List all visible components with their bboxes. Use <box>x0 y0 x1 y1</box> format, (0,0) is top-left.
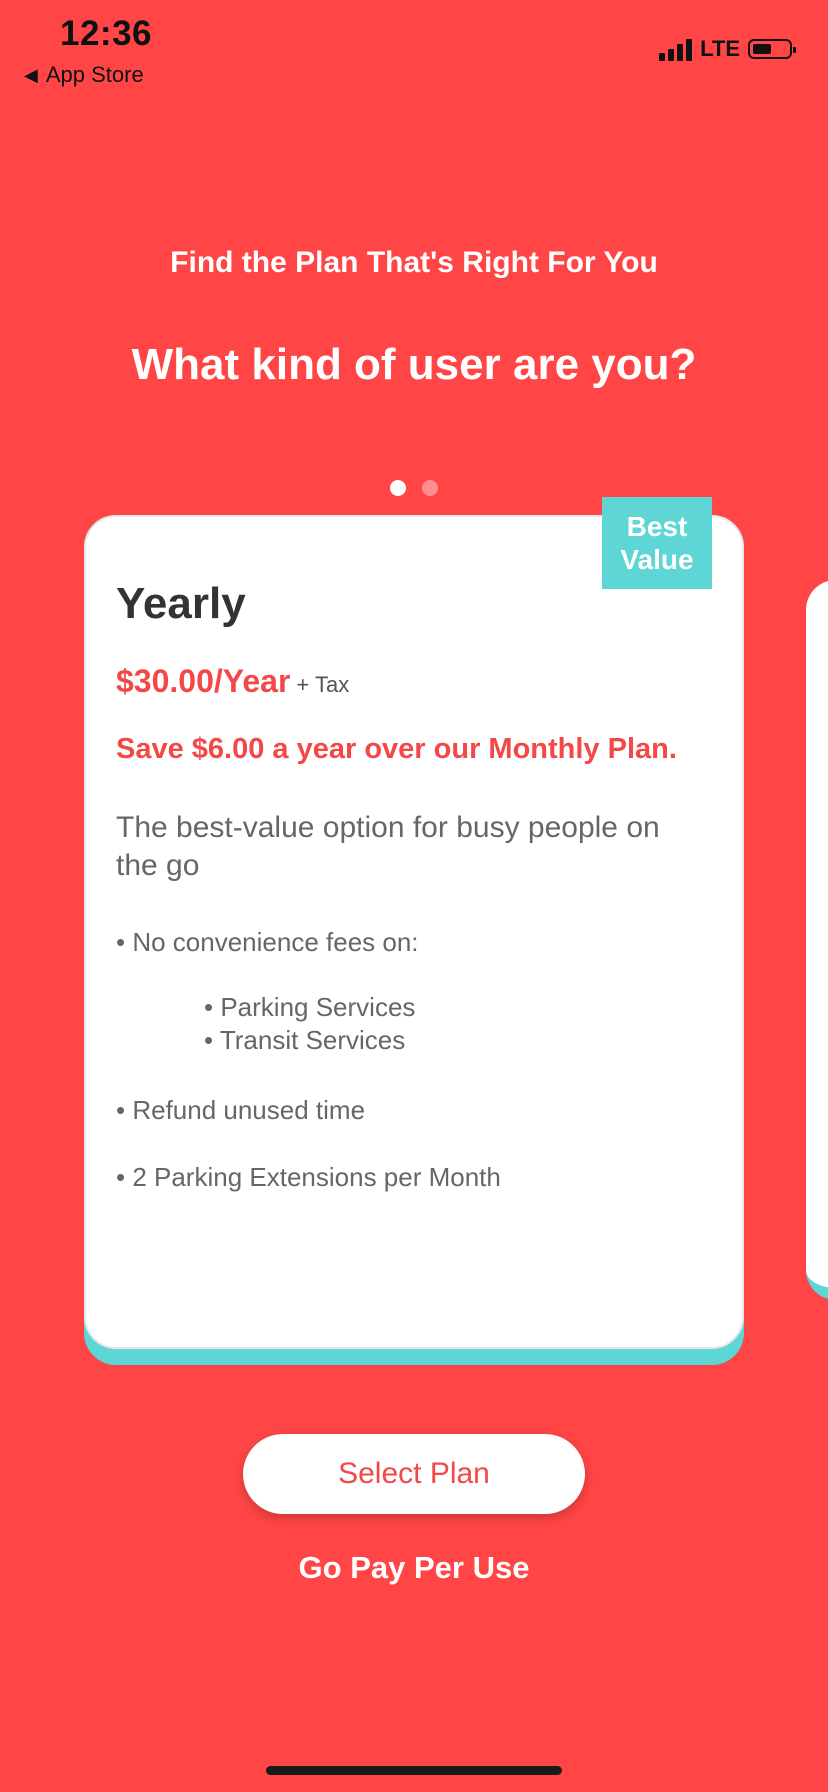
page-title: What kind of user are you? <box>131 340 697 389</box>
feature-item: • 2 Parking Extensions per Month <box>116 1162 501 1192</box>
best-value-badge: Best Value <box>602 497 712 589</box>
page-dot-active[interactable] <box>390 480 406 496</box>
page-indicator <box>0 480 828 496</box>
battery-icon <box>748 39 796 59</box>
page-dot[interactable] <box>422 480 438 496</box>
plan-card-yearly[interactable]: Yearly $30.00/Year + Tax Save $6.00 a yea… <box>84 497 744 1365</box>
badge-line: Value <box>620 544 694 575</box>
plan-tax-note: + Tax <box>296 672 350 697</box>
home-indicator[interactable] <box>266 1766 562 1775</box>
status-bar: 12:36 ◀ App Store LTE <box>0 0 828 100</box>
plan-description: The best-value option for busy people on… <box>116 811 660 882</box>
network-label: LTE <box>700 36 740 61</box>
status-time: 12:36 <box>60 14 153 53</box>
plan-price: $30.00/Year + Tax <box>116 663 349 700</box>
plan-name: Yearly <box>116 579 246 628</box>
back-arrow-icon: ◀ <box>24 64 38 85</box>
plan-price-value: $30.00/Year <box>116 663 291 699</box>
back-app-label: App Store <box>45 62 144 87</box>
sub-feature-item: • Transit Services <box>204 1025 406 1055</box>
sub-feature-item: • Parking Services <box>204 992 416 1022</box>
plan-card-body: Yearly $30.00/Year + Tax Save $6.00 a yea… <box>84 515 744 1349</box>
page-subtitle: Find the Plan That's Right For You <box>170 246 658 279</box>
plan-savings: Save $6.00 a year over our Monthly Plan. <box>116 733 677 765</box>
feature-item: • Refund unused time <box>116 1095 366 1125</box>
back-to-app-store-link[interactable]: ◀ App Store <box>24 62 144 88</box>
badge-line: Best <box>626 511 688 542</box>
feature-item: • No convenience fees on: <box>116 927 419 957</box>
next-plan-card-peek[interactable] <box>806 580 828 1300</box>
signal-icon <box>659 37 693 61</box>
select-plan-button[interactable]: Select Plan <box>243 1434 585 1514</box>
status-indicators: LTE <box>659 36 796 62</box>
pay-per-use-link[interactable]: Go Pay Per Use <box>0 1550 828 1586</box>
